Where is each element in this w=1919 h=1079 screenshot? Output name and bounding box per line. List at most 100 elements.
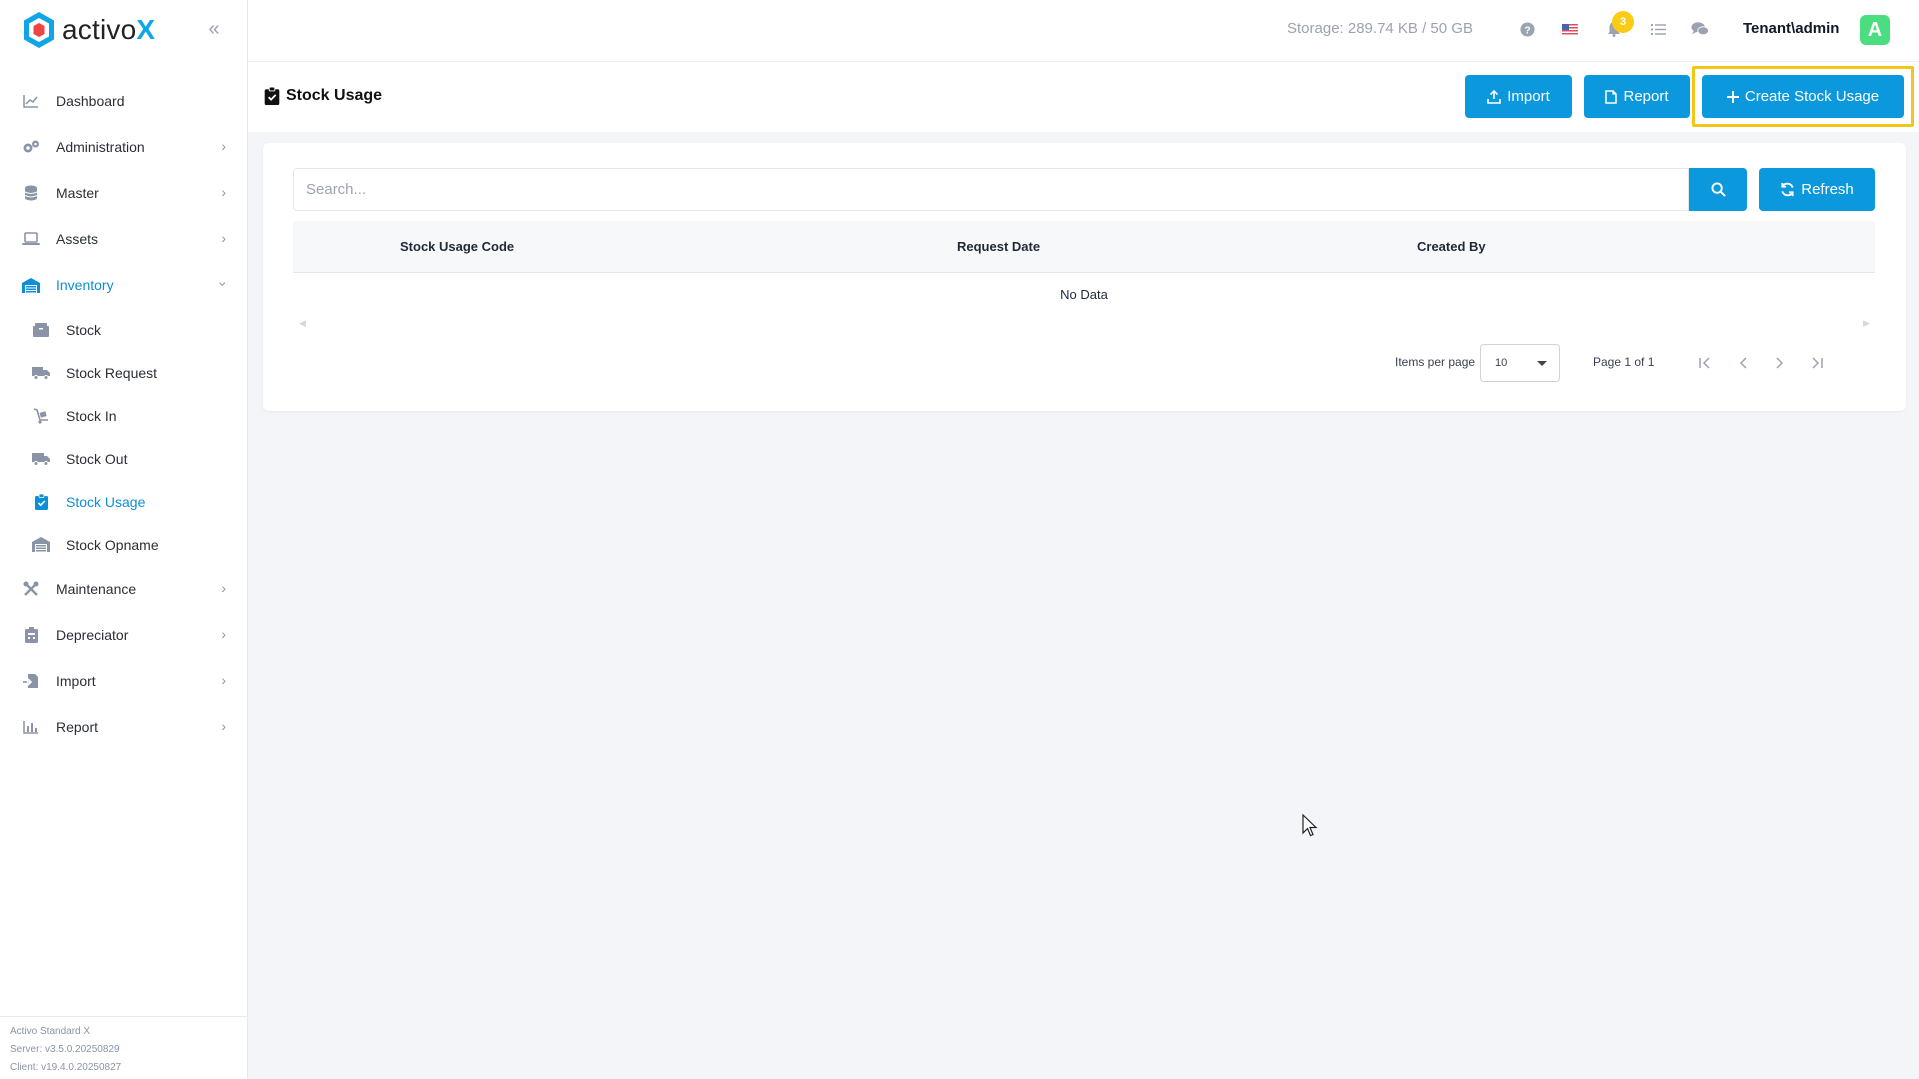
sidebar-item-label: Import bbox=[56, 673, 96, 689]
chat-icon[interactable] bbox=[1691, 20, 1709, 38]
column-header-request-date[interactable]: Request Date bbox=[957, 239, 1040, 254]
sidebar-subitem-stock-request[interactable]: Stock Request bbox=[0, 351, 248, 394]
previous-page-icon[interactable] bbox=[1729, 349, 1757, 377]
sidebar-item-report[interactable]: Report › bbox=[0, 704, 248, 750]
report-button-label: Report bbox=[1623, 88, 1669, 105]
page-title-text: Stock Usage bbox=[286, 87, 383, 104]
sidebar-item-label: Master bbox=[56, 185, 99, 201]
laptop-icon bbox=[22, 230, 40, 248]
paginator: Items per page 10 Page 1 of 1 bbox=[293, 341, 1875, 385]
notification-badge: 3 bbox=[1612, 11, 1634, 33]
hand-truck-icon bbox=[32, 407, 50, 425]
product-name: Activo Standard X bbox=[10, 1026, 91, 1037]
sidebar-item-label: Administration bbox=[56, 139, 145, 155]
search-button[interactable] bbox=[1689, 168, 1747, 211]
column-header-stock-usage-code[interactable]: Stock Usage Code bbox=[400, 239, 514, 254]
upload-icon bbox=[1487, 89, 1502, 104]
column-header-created-by[interactable]: Created By bbox=[1417, 239, 1486, 254]
sidebar-item-label: Dashboard bbox=[56, 93, 125, 109]
caret-down-icon bbox=[1537, 361, 1547, 366]
sidebar-subitem-label: Stock In bbox=[66, 407, 117, 424]
sidebar-item-label: Report bbox=[56, 719, 99, 735]
us-flag-icon[interactable] bbox=[1561, 20, 1579, 38]
import-button-label: Import bbox=[1507, 88, 1550, 105]
last-page-icon[interactable] bbox=[1803, 349, 1831, 377]
search-input[interactable] bbox=[293, 168, 1689, 211]
table-header: Stock Usage Code Request Date Created By bbox=[293, 221, 1875, 273]
sidebar-item-administration[interactable]: Administration › bbox=[0, 124, 248, 170]
sidebar-item-label: Maintenance bbox=[56, 581, 137, 597]
tools-icon bbox=[22, 580, 40, 598]
sidebar: activoX « Dashboard Administration › Mas… bbox=[0, 0, 248, 1079]
sidebar-item-dashboard[interactable]: Dashboard bbox=[0, 78, 248, 124]
import-button[interactable]: Import bbox=[1465, 75, 1572, 118]
storage-usage: Storage: 289.74 KB / 50 GB bbox=[1287, 20, 1473, 37]
sidebar-item-maintenance[interactable]: Maintenance › bbox=[0, 566, 248, 612]
chevron-right-icon: › bbox=[221, 718, 226, 734]
sidebar-subitem-stock[interactable]: Stock bbox=[0, 308, 248, 351]
sidebar-subitem-stock-out[interactable]: Stock Out bbox=[0, 437, 248, 480]
sidebar-item-import[interactable]: Import › bbox=[0, 658, 248, 704]
sidebar-subitem-label: Stock Opname bbox=[66, 536, 159, 553]
warehouse-icon bbox=[22, 276, 40, 294]
user-name[interactable]: Tenant\admin bbox=[1743, 20, 1839, 37]
file-import-icon bbox=[22, 672, 40, 690]
sidebar-subitem-label: Stock Out bbox=[66, 450, 128, 467]
gears-icon bbox=[22, 138, 40, 156]
truck-icon bbox=[32, 364, 50, 382]
stock-usage-card: Refresh Stock Usage Code Request Date Cr… bbox=[263, 143, 1906, 411]
scroll-right-icon[interactable]: ▶ bbox=[1863, 318, 1870, 329]
database-icon bbox=[22, 184, 40, 202]
empty-state: No Data bbox=[1060, 287, 1108, 302]
sidebar-item-label: Depreciator bbox=[56, 627, 129, 643]
scroll-left-icon[interactable]: ◀ bbox=[299, 318, 306, 329]
sidebar-item-inventory[interactable]: Inventory › bbox=[0, 262, 248, 308]
next-page-icon[interactable] bbox=[1766, 349, 1794, 377]
page-size-value: 10 bbox=[1495, 357, 1508, 369]
file-icon bbox=[1605, 89, 1618, 104]
sidebar-item-master[interactable]: Master › bbox=[0, 170, 248, 216]
search-icon bbox=[1710, 182, 1726, 197]
collapse-sidebar-icon[interactable]: « bbox=[203, 18, 225, 40]
sidebar-subitem-stock-usage[interactable]: Stock Usage bbox=[0, 480, 248, 523]
mouse-cursor-icon bbox=[1302, 814, 1318, 837]
create-stock-usage-button[interactable]: Create Stock Usage bbox=[1702, 75, 1904, 118]
chevron-right-icon: › bbox=[221, 230, 226, 246]
chevron-right-icon: › bbox=[221, 672, 226, 688]
plus-icon bbox=[1726, 90, 1739, 103]
warehouse-icon bbox=[32, 536, 50, 554]
sidebar-subitem-stock-opname[interactable]: Stock Opname bbox=[0, 523, 248, 566]
refresh-button[interactable]: Refresh bbox=[1759, 168, 1875, 211]
chevron-right-icon: › bbox=[221, 184, 226, 200]
help-icon[interactable]: ? bbox=[1518, 20, 1536, 38]
chart-line-icon bbox=[22, 92, 40, 110]
brand-name: activoX bbox=[62, 14, 156, 45]
truck-moving-icon bbox=[32, 450, 50, 468]
items-per-page-label: Items per page bbox=[1395, 355, 1476, 369]
brand-logo[interactable]: activoX bbox=[22, 10, 155, 50]
sidebar-item-depreciator[interactable]: Depreciator › bbox=[0, 612, 248, 658]
refresh-button-label: Refresh bbox=[1801, 181, 1854, 198]
first-page-icon[interactable] bbox=[1691, 349, 1719, 377]
calculator-icon bbox=[22, 626, 40, 644]
page-title: Stock Usage bbox=[264, 87, 382, 105]
sidebar-subitem-label: Stock Usage bbox=[66, 493, 146, 510]
sidebar-item-assets[interactable]: Assets › bbox=[0, 216, 248, 262]
avatar[interactable]: A bbox=[1860, 15, 1890, 45]
sidebar-item-label: Inventory bbox=[56, 277, 114, 293]
create-button-label: Create Stock Usage bbox=[1744, 88, 1880, 105]
chevron-right-icon: › bbox=[221, 580, 226, 596]
sidebar-subitem-stock-in[interactable]: Stock In bbox=[0, 394, 248, 437]
report-button[interactable]: Report bbox=[1584, 75, 1690, 118]
top-header: Storage: 289.74 KB / 50 GB ? 3 Tenant\ad… bbox=[248, 0, 1919, 62]
sidebar-subitem-label: Stock Request bbox=[66, 364, 158, 381]
box-icon bbox=[32, 321, 50, 339]
svg-text:?: ? bbox=[1524, 25, 1530, 36]
chevron-right-icon: › bbox=[221, 138, 226, 154]
page-size-select[interactable]: 10 bbox=[1480, 344, 1560, 382]
chevron-right-icon: › bbox=[221, 626, 226, 642]
version-info: Activo Standard X Server: v3.5.0.2025082… bbox=[0, 1016, 248, 1079]
refresh-icon bbox=[1781, 182, 1794, 197]
task-list-icon[interactable] bbox=[1649, 20, 1667, 38]
clipboard-check-icon bbox=[32, 493, 50, 511]
